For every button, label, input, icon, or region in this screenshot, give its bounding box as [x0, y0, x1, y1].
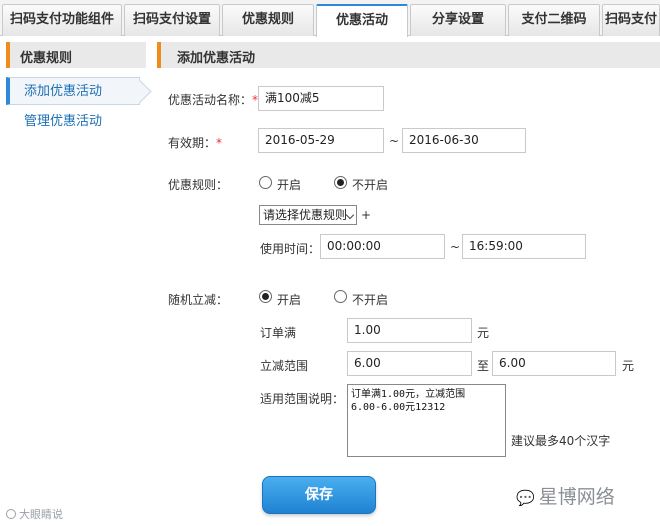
validity-label: 有效期：*: [168, 134, 222, 151]
chevron-down-icon: [345, 210, 355, 220]
discount-rule-select-value: 请选择优惠规则: [263, 208, 348, 222]
random-reduction-label: 随机立减：: [168, 293, 229, 307]
sidebar-header-title: 优惠规则: [20, 51, 73, 66]
watermark-left: 大眼睛说: [6, 506, 63, 522]
add-rule-plus[interactable]: +: [361, 208, 371, 222]
reduction-range-max-input[interactable]: 6.00: [492, 351, 616, 376]
save-button[interactable]: 保存: [262, 476, 376, 514]
random-on-radio[interactable]: [259, 290, 272, 303]
discount-rule-select[interactable]: 请选择优惠规则: [259, 205, 357, 225]
validity-end-input[interactable]: 2016-06-30: [402, 128, 526, 153]
reduction-range-label: 立减范围: [260, 359, 309, 373]
tab-share-settings[interactable]: 分享设置: [410, 4, 506, 36]
tab-discount-rules[interactable]: 优惠规则: [222, 4, 314, 36]
order-min-label: 订单满: [260, 326, 297, 340]
section-title: 添加优惠活动: [177, 51, 256, 66]
activity-name-label-text: 优惠活动名称：: [168, 93, 253, 107]
scope-description-hint: 建议最多40个汉字: [511, 434, 611, 448]
sidebar-item-add-activity[interactable]: 添加优惠活动: [6, 77, 140, 105]
section-header: 添加优惠活动: [157, 42, 660, 68]
use-time-separator: ~: [450, 240, 461, 254]
rule-on-radio[interactable]: [259, 176, 272, 189]
order-min-input[interactable]: 1.00: [347, 318, 472, 343]
activity-name-input[interactable]: 满100减5: [258, 86, 384, 111]
use-time-end-input[interactable]: 16:59:00: [462, 234, 586, 259]
order-min-unit: 元: [477, 326, 490, 340]
validity-separator: ~: [389, 134, 400, 148]
scope-description-line-1: 订单满1.00元，立减范围: [351, 389, 466, 400]
chat-bubble-icon: 💬: [516, 489, 535, 507]
scope-description-textarea[interactable]: 订单满1.00元，立减范围 6.00-6.00元12312: [347, 384, 506, 457]
random-off-label: 不开启: [352, 293, 389, 307]
scope-description-label: 适用范围说明：: [260, 392, 345, 406]
watermark-circle-icon: [6, 509, 16, 519]
scope-description-line-2: 6.00-6.00元12312: [351, 402, 446, 413]
reduction-range-min-input[interactable]: 6.00: [347, 351, 472, 376]
rule-on-label: 开启: [277, 178, 302, 192]
watermark-right-text: 星博网络: [538, 486, 615, 508]
validity-label-text: 有效期：: [168, 136, 217, 150]
tab-bar: 扫码支付功能组件 扫码支付设置 优惠规则 优惠活动 分享设置 支付二维码 扫码支…: [0, 0, 660, 37]
reduction-range-to: 至: [477, 359, 490, 373]
use-time-label: 使用时间：: [260, 242, 321, 256]
random-off-radio[interactable]: [334, 290, 347, 303]
activity-name-label: 优惠活动名称：*: [168, 91, 258, 108]
tab-scan-pay[interactable]: 扫码支付: [602, 4, 660, 36]
sidebar-item-manage-activities[interactable]: 管理优惠活动: [6, 108, 140, 136]
use-time-start-input[interactable]: 00:00:00: [320, 234, 445, 259]
rule-off-radio[interactable]: [334, 176, 347, 189]
random-on-label: 开启: [277, 293, 302, 307]
tab-scan-pay-settings[interactable]: 扫码支付设置: [124, 4, 220, 36]
discount-rule-label: 优惠规则：: [168, 178, 229, 192]
reduction-range-unit: 元: [622, 359, 635, 373]
watermark-left-text: 大眼睛说: [19, 508, 63, 521]
sidebar-header: 优惠规则: [6, 42, 146, 68]
tab-payment-qrcode[interactable]: 支付二维码: [508, 4, 600, 36]
watermark-right: 💬 星博网络: [516, 482, 615, 509]
rule-off-label: 不开启: [352, 178, 389, 192]
tab-discount-activities[interactable]: 优惠活动: [316, 4, 408, 37]
tab-scan-pay-components[interactable]: 扫码支付功能组件: [2, 4, 122, 36]
validity-start-input[interactable]: 2016-05-29: [258, 128, 384, 153]
required-mark: *: [216, 136, 223, 150]
